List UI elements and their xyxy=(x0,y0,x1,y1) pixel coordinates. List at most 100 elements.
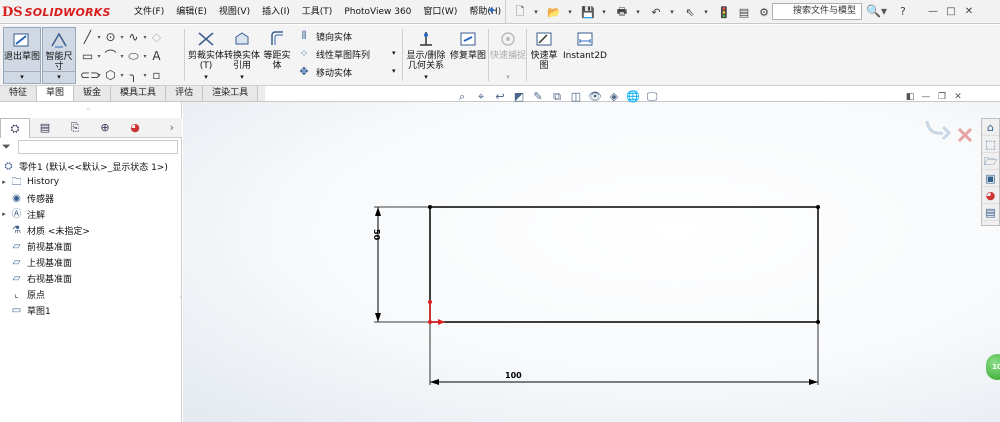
tree-item-sensors[interactable]: ◉ 传感器 xyxy=(0,190,182,206)
help-button[interactable]: ? xyxy=(900,3,920,20)
polygon-icon[interactable]: ⬡ xyxy=(103,68,118,83)
tree-item-annotations[interactable]: ▸ Ⓐ 注解 xyxy=(0,206,182,222)
move-dropdown-icon[interactable]: ▾ xyxy=(392,67,396,75)
slot-dropdown-icon[interactable]: ▾ xyxy=(95,72,103,79)
instant2d-button[interactable]: Instant2D xyxy=(562,27,608,84)
point-icon[interactable]: ▫ xyxy=(149,68,164,83)
mirror-entities-button[interactable]: ⫴ 镜向实体 xyxy=(296,27,352,45)
print-dropdown-icon[interactable]: ▾ xyxy=(634,4,642,20)
save-dropdown-icon[interactable]: ▾ xyxy=(600,4,608,20)
smart-dimension-dropdown-icon[interactable]: ▾ xyxy=(43,71,75,83)
view-settings-icon[interactable]: 🖵 xyxy=(645,90,659,104)
tab-sheet-metal[interactable]: 钣金 xyxy=(74,86,112,102)
menu-window[interactable]: 窗口(W) xyxy=(417,0,463,24)
fillet-icon[interactable]: ╮ xyxy=(126,68,141,83)
polygon-dropdown-icon[interactable]: ▾ xyxy=(118,72,126,79)
design-library-icon[interactable]: ⬚ xyxy=(982,136,999,153)
chevron-right-icon[interactable]: › xyxy=(150,118,180,138)
tab-render-tools[interactable]: 渲染工具 xyxy=(203,86,259,102)
rectangle-icon[interactable]: ▭ xyxy=(80,49,95,64)
configuration-manager-tab-icon[interactable]: ⎘ xyxy=(60,118,90,138)
circle-icon[interactable]: ⊙ xyxy=(103,30,118,45)
trim-dropdown-icon[interactable]: ▾ xyxy=(188,72,224,84)
undo-icon[interactable]: ↶ xyxy=(648,4,664,20)
zoom-to-area-icon[interactable]: ⌖ xyxy=(474,90,488,104)
tree-filter-input[interactable] xyxy=(18,140,178,154)
doc-maximize-icon[interactable]: ❐ xyxy=(934,91,950,103)
tab-mold-tools[interactable]: 模具工具 xyxy=(111,86,167,102)
height-dimension[interactable]: 50 xyxy=(372,206,430,323)
display-style-icon[interactable]: ◫ xyxy=(569,90,583,104)
offset-entities-button[interactable]: 等距实体 xyxy=(260,27,294,84)
spline-icon[interactable]: ∿ xyxy=(126,30,141,45)
tree-item-right-plane[interactable]: ▱ 右视基准面 xyxy=(0,270,182,286)
dimxpert-tab-icon[interactable]: ⊕ xyxy=(90,118,120,138)
view-orientation-icon[interactable]: ⧉ xyxy=(550,90,564,104)
menu-view[interactable]: 视图(V) xyxy=(213,0,256,24)
confirmation-corner[interactable] xyxy=(921,115,977,155)
doc-restore-icon[interactable]: ◧ xyxy=(902,91,918,103)
print-icon[interactable]: 🖶 xyxy=(614,4,630,20)
zoom-to-fit-icon[interactable]: ⌕ xyxy=(455,90,469,104)
tree-item-top-plane[interactable]: ▱ 上视基准面 xyxy=(0,254,182,270)
display-delete-relations-button[interactable]: 显示/删除几何关系 ▾ xyxy=(404,27,448,84)
feature-manager-tab-icon[interactable]: ⛭ xyxy=(0,118,30,138)
convert-dropdown-icon[interactable]: ▾ xyxy=(224,72,260,84)
arc-dropdown-icon[interactable]: ▾ xyxy=(118,53,126,60)
circle-dropdown-icon[interactable]: ▾ xyxy=(118,34,126,41)
tree-item-sketch1[interactable]: ▭ 草图1 xyxy=(0,302,182,318)
doc-minimize-icon[interactable]: — xyxy=(918,91,934,103)
trim-entities-button[interactable]: 剪裁实体(T) ▾ xyxy=(188,27,224,84)
quick-snaps-dropdown-icon[interactable]: ▾ xyxy=(490,72,526,84)
tree-root-part[interactable]: ⛭ 零件1 (默认<<默认>_显示状态 1>) xyxy=(0,158,182,174)
smart-dimension-button[interactable]: 智能尺寸 ▾ xyxy=(42,27,76,84)
move-entities-button[interactable]: ✥ 移动实体 xyxy=(296,63,352,81)
file-explorer-icon[interactable]: 🗁 xyxy=(982,153,999,170)
property-manager-tab-icon[interactable]: ▤ xyxy=(30,118,60,138)
tab-features[interactable]: 特征 xyxy=(0,86,38,102)
repair-sketch-button[interactable]: 修复草图 xyxy=(450,27,486,84)
minimize-button[interactable]: — xyxy=(924,3,942,20)
tab-sketch[interactable]: 草图 xyxy=(37,86,75,102)
notification-badge[interactable]: 10 xyxy=(986,354,1000,380)
menu-tools[interactable]: 工具(T) xyxy=(296,0,339,24)
home-icon[interactable]: ⌂ xyxy=(982,119,999,136)
exit-sketch-corner-icon[interactable] xyxy=(925,120,944,135)
tree-item-front-plane[interactable]: ▱ 前视基准面 xyxy=(0,238,182,254)
display-manager-tab-icon[interactable]: ◕ xyxy=(120,118,150,138)
quick-snaps-button[interactable]: 快速捕捉 ▾ xyxy=(490,27,526,84)
cancel-sketch-icon[interactable] xyxy=(957,127,973,143)
open-dropdown-icon[interactable]: ▾ xyxy=(566,4,574,20)
search-icon[interactable]: 🔍▾ xyxy=(866,3,890,20)
menu-insert[interactable]: 插入(I) xyxy=(256,0,296,24)
appearances-icon[interactable]: ◕ xyxy=(982,187,999,204)
tree-item-history[interactable]: ▸ 🗀 History xyxy=(0,174,182,190)
tab-evaluate[interactable]: 评估 xyxy=(166,86,204,102)
line-icon[interactable]: ╱ xyxy=(80,30,95,45)
linear-pattern-button[interactable]: ⁘ 线性草图阵列 xyxy=(296,45,370,63)
height-dim-text[interactable]: 50 xyxy=(372,229,381,241)
rapid-sketch-button[interactable]: 快速草图 xyxy=(528,27,560,84)
undo-dropdown-icon[interactable]: ▾ xyxy=(668,4,676,20)
select-dropdown-icon[interactable]: ▾ xyxy=(702,4,710,20)
close-button[interactable]: ✕ xyxy=(960,3,978,20)
hide-show-items-icon[interactable]: 👁 xyxy=(588,90,602,104)
convert-entities-button[interactable]: 转换实体引用 ▾ xyxy=(224,27,260,84)
fillet-dropdown-icon[interactable]: ▾ xyxy=(141,72,149,79)
tree-item-material[interactable]: ⚗ 材质 <未指定> xyxy=(0,222,182,238)
spline-dropdown-icon[interactable]: ▾ xyxy=(141,34,149,41)
apply-scene-icon[interactable]: 🌐 xyxy=(626,90,640,104)
solidworks-logo[interactable]: DS SOLIDWORKS xyxy=(2,0,112,24)
doc-close-icon[interactable]: ✕ xyxy=(950,91,966,103)
menu-edit[interactable]: 编辑(E) xyxy=(170,0,213,24)
file-properties-icon[interactable]: ▤ xyxy=(736,4,752,20)
ellipse-dropdown-icon[interactable]: ▾ xyxy=(141,53,149,60)
sketch-rectangle[interactable] xyxy=(428,205,820,324)
menu-file[interactable]: 文件(F) xyxy=(128,0,170,24)
save-icon[interactable]: 💾 xyxy=(580,4,596,20)
sketch-canvas[interactable]: 50 100 xyxy=(183,102,1000,422)
pane-grip-icon[interactable]: ◦ xyxy=(86,105,91,114)
menu-help[interactable]: 帮助(H) xyxy=(463,0,507,24)
rebuild-icon[interactable]: 🚦 xyxy=(716,4,732,20)
menu-photoview[interactable]: PhotoView 360 xyxy=(338,0,417,24)
